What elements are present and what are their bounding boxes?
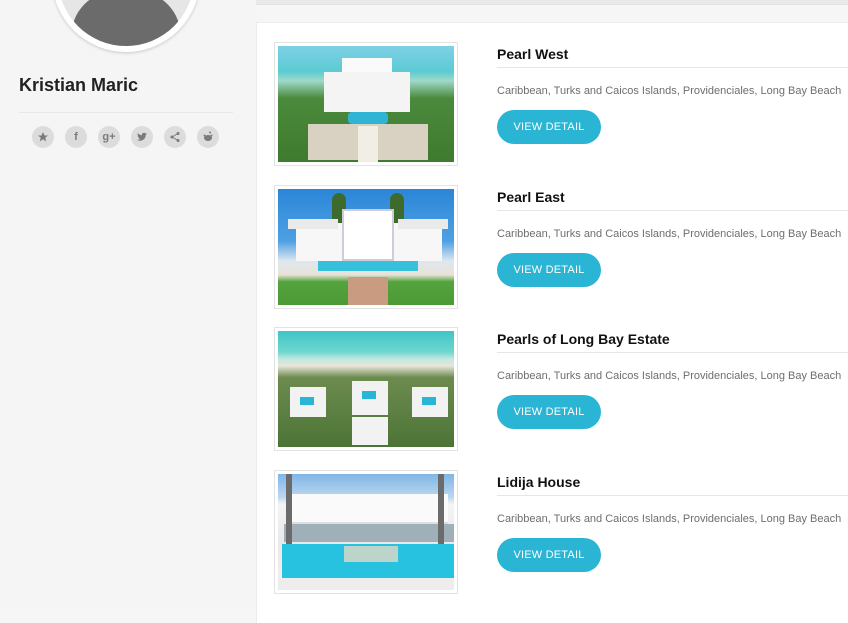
divider	[497, 210, 848, 211]
view-detail-button[interactable]: VIEW DETAIL	[497, 253, 601, 287]
listing-item: Pearls of Long Bay Estate Caribbean, Tur…	[274, 327, 848, 455]
divider	[497, 352, 848, 353]
google-plus-icon[interactable]: g+	[98, 126, 120, 148]
view-detail-button[interactable]: VIEW DETAIL	[497, 395, 601, 429]
listing-thumbnail[interactable]	[274, 470, 458, 594]
listing-thumbnail[interactable]	[274, 42, 458, 166]
star-icon[interactable]	[32, 126, 54, 148]
listing-title[interactable]: Lidija House	[497, 474, 580, 490]
facebook-icon[interactable]: f	[65, 126, 87, 148]
listing-location: Caribbean, Turks and Caicos Islands, Pro…	[497, 513, 842, 525]
share-icon[interactable]	[164, 126, 186, 148]
listing-item: Pearl West Caribbean, Turks and Caicos I…	[274, 42, 848, 170]
view-detail-button[interactable]: VIEW DETAIL	[497, 110, 601, 144]
profile-sidebar: Kristian Maric f g+	[0, 0, 256, 607]
listing-location: Caribbean, Turks and Caicos Islands, Pro…	[497, 370, 842, 382]
divider	[497, 495, 848, 496]
listing-thumbnail[interactable]	[274, 327, 458, 451]
listing-title[interactable]: Pearls of Long Bay Estate	[497, 331, 670, 347]
listing-location: Caribbean, Turks and Caicos Islands, Pro…	[497, 228, 842, 240]
divider	[19, 112, 233, 113]
view-detail-button[interactable]: VIEW DETAIL	[497, 538, 601, 572]
google-plus-glyph: g+	[102, 131, 116, 143]
listing-title[interactable]: Pearl East	[497, 189, 565, 205]
twitter-icon[interactable]	[131, 126, 153, 148]
avatar	[52, 0, 200, 52]
listing-title[interactable]: Pearl West	[497, 46, 568, 62]
listing-item: Lidija House Caribbean, Turks and Caicos…	[274, 470, 848, 598]
avatar-placeholder-icon	[58, 0, 194, 46]
listing-item: Pearl East Caribbean, Turks and Caicos I…	[274, 185, 848, 313]
listing-thumbnail[interactable]	[274, 185, 458, 309]
listing-location: Caribbean, Turks and Caicos Islands, Pro…	[497, 85, 842, 97]
reddit-icon[interactable]	[197, 126, 219, 148]
divider	[497, 67, 848, 68]
social-share-bar: f g+	[32, 126, 219, 148]
profile-name: Kristian Maric	[19, 75, 139, 95]
listings-panel: Pearl West Caribbean, Turks and Caicos I…	[256, 22, 848, 623]
facebook-glyph: f	[74, 131, 78, 143]
